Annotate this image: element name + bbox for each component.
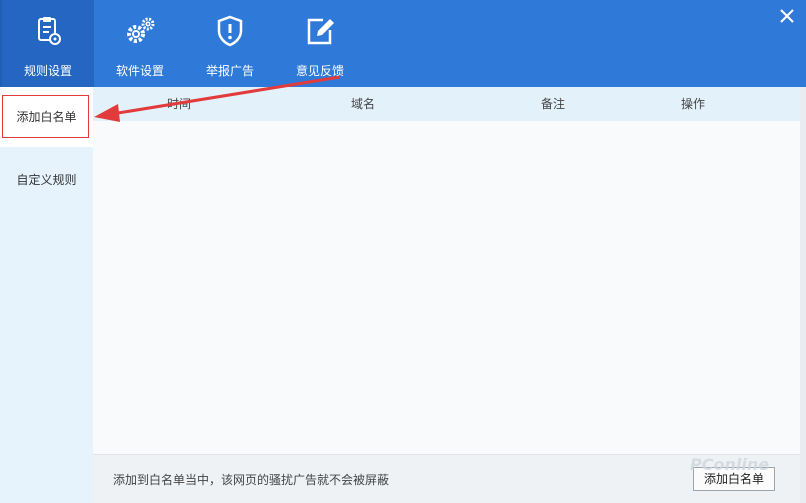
annotation-arrow-icon bbox=[94, 75, 341, 122]
app-window: 规则设置 软件设置 举报广告 意见反馈 添加白名单 自定义规则 域名 备注 操作… bbox=[0, 0, 806, 503]
